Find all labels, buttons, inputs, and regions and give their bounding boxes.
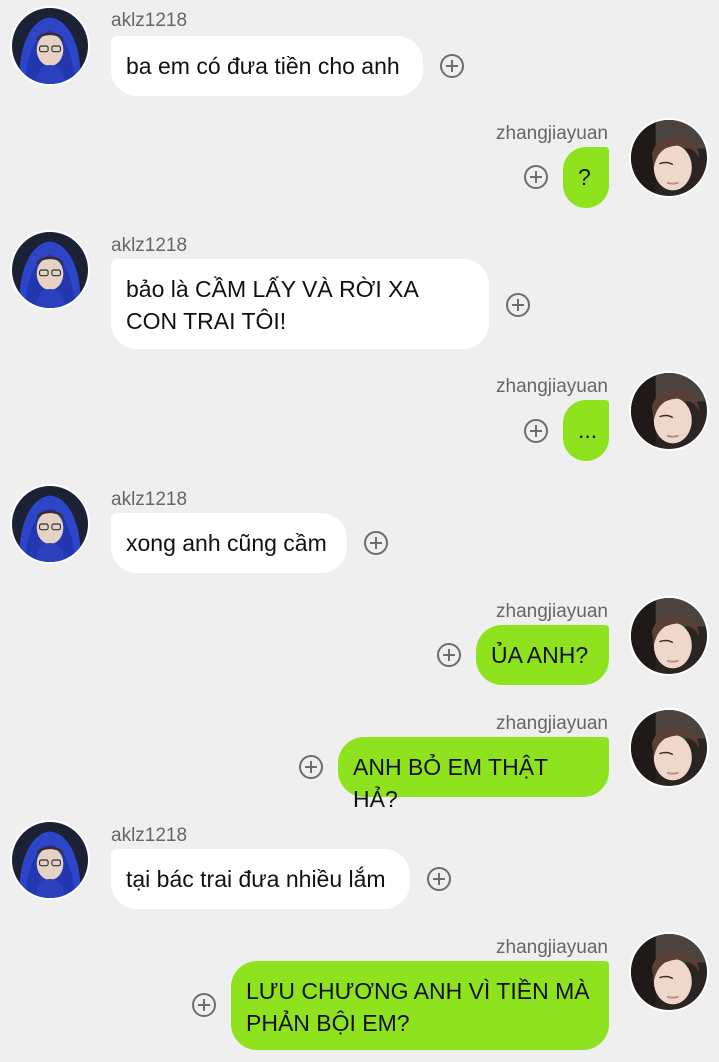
sender-name: aklz1218: [111, 825, 188, 846]
add-reaction-icon[interactable]: [192, 993, 216, 1017]
message-bubble-incoming[interactable]: ba em có đưa tiền cho anh: [111, 36, 423, 96]
sender-name: aklz1218: [111, 235, 188, 256]
add-reaction-icon[interactable]: [364, 531, 388, 555]
sender-name: zhangjiayuan: [496, 376, 608, 397]
avatar-image: [631, 934, 707, 1010]
avatar-zhangjiayuan[interactable]: [629, 118, 709, 198]
sender-name: aklz1218: [111, 10, 188, 31]
chat-thread: aklz1218 ba em có đưa tiền cho anh zhang…: [0, 0, 719, 1062]
message-bubble-incoming[interactable]: tại bác trai đưa nhiều lắm: [111, 849, 410, 909]
avatar-zhangjiayuan[interactable]: [629, 932, 709, 1012]
sender-name: zhangjiayuan: [496, 123, 608, 144]
avatar-aklz1218[interactable]: [10, 820, 90, 900]
add-reaction-icon[interactable]: [427, 867, 451, 891]
avatar-aklz1218[interactable]: [10, 6, 90, 86]
add-reaction-icon[interactable]: [506, 293, 530, 317]
avatar-image: [631, 710, 707, 786]
message-bubble-incoming[interactable]: xong anh cũng cầm: [111, 513, 347, 573]
avatar-image: [12, 486, 88, 562]
sender-name: zhangjiayuan: [496, 713, 608, 734]
avatar-aklz1218[interactable]: [10, 484, 90, 564]
avatar-image: [631, 120, 707, 196]
avatar-image: [12, 8, 88, 84]
avatar-image: [631, 598, 707, 674]
avatar-image: [12, 232, 88, 308]
message-bubble-incoming[interactable]: bảo là CẦM LẤY VÀ RỜI XA CON TRAI TÔI!: [111, 259, 489, 349]
sender-name: zhangjiayuan: [496, 937, 608, 958]
add-reaction-icon[interactable]: [524, 419, 548, 443]
avatar-image: [631, 373, 707, 449]
message-bubble-outgoing[interactable]: ỦA ANH?: [476, 625, 609, 685]
sender-name: aklz1218: [111, 489, 188, 510]
avatar-zhangjiayuan[interactable]: [629, 371, 709, 451]
message-bubble-outgoing[interactable]: ...: [563, 400, 609, 461]
add-reaction-icon[interactable]: [299, 755, 323, 779]
message-bubble-outgoing[interactable]: ?: [563, 147, 609, 208]
message-bubble-outgoing[interactable]: LƯU CHƯƠNG ANH VÌ TIỀN MÀ PHẢN BỘI EM?: [231, 961, 609, 1050]
add-reaction-icon[interactable]: [440, 54, 464, 78]
add-reaction-icon[interactable]: [437, 643, 461, 667]
avatar-aklz1218[interactable]: [10, 230, 90, 310]
message-bubble-outgoing[interactable]: ANH BỎ EM THẬT HẢ?: [338, 737, 609, 812]
sender-name: zhangjiayuan: [496, 601, 608, 622]
avatar-zhangjiayuan[interactable]: [629, 708, 709, 788]
avatar-image: [12, 822, 88, 898]
avatar-zhangjiayuan[interactable]: [629, 596, 709, 676]
add-reaction-icon[interactable]: [524, 165, 548, 189]
